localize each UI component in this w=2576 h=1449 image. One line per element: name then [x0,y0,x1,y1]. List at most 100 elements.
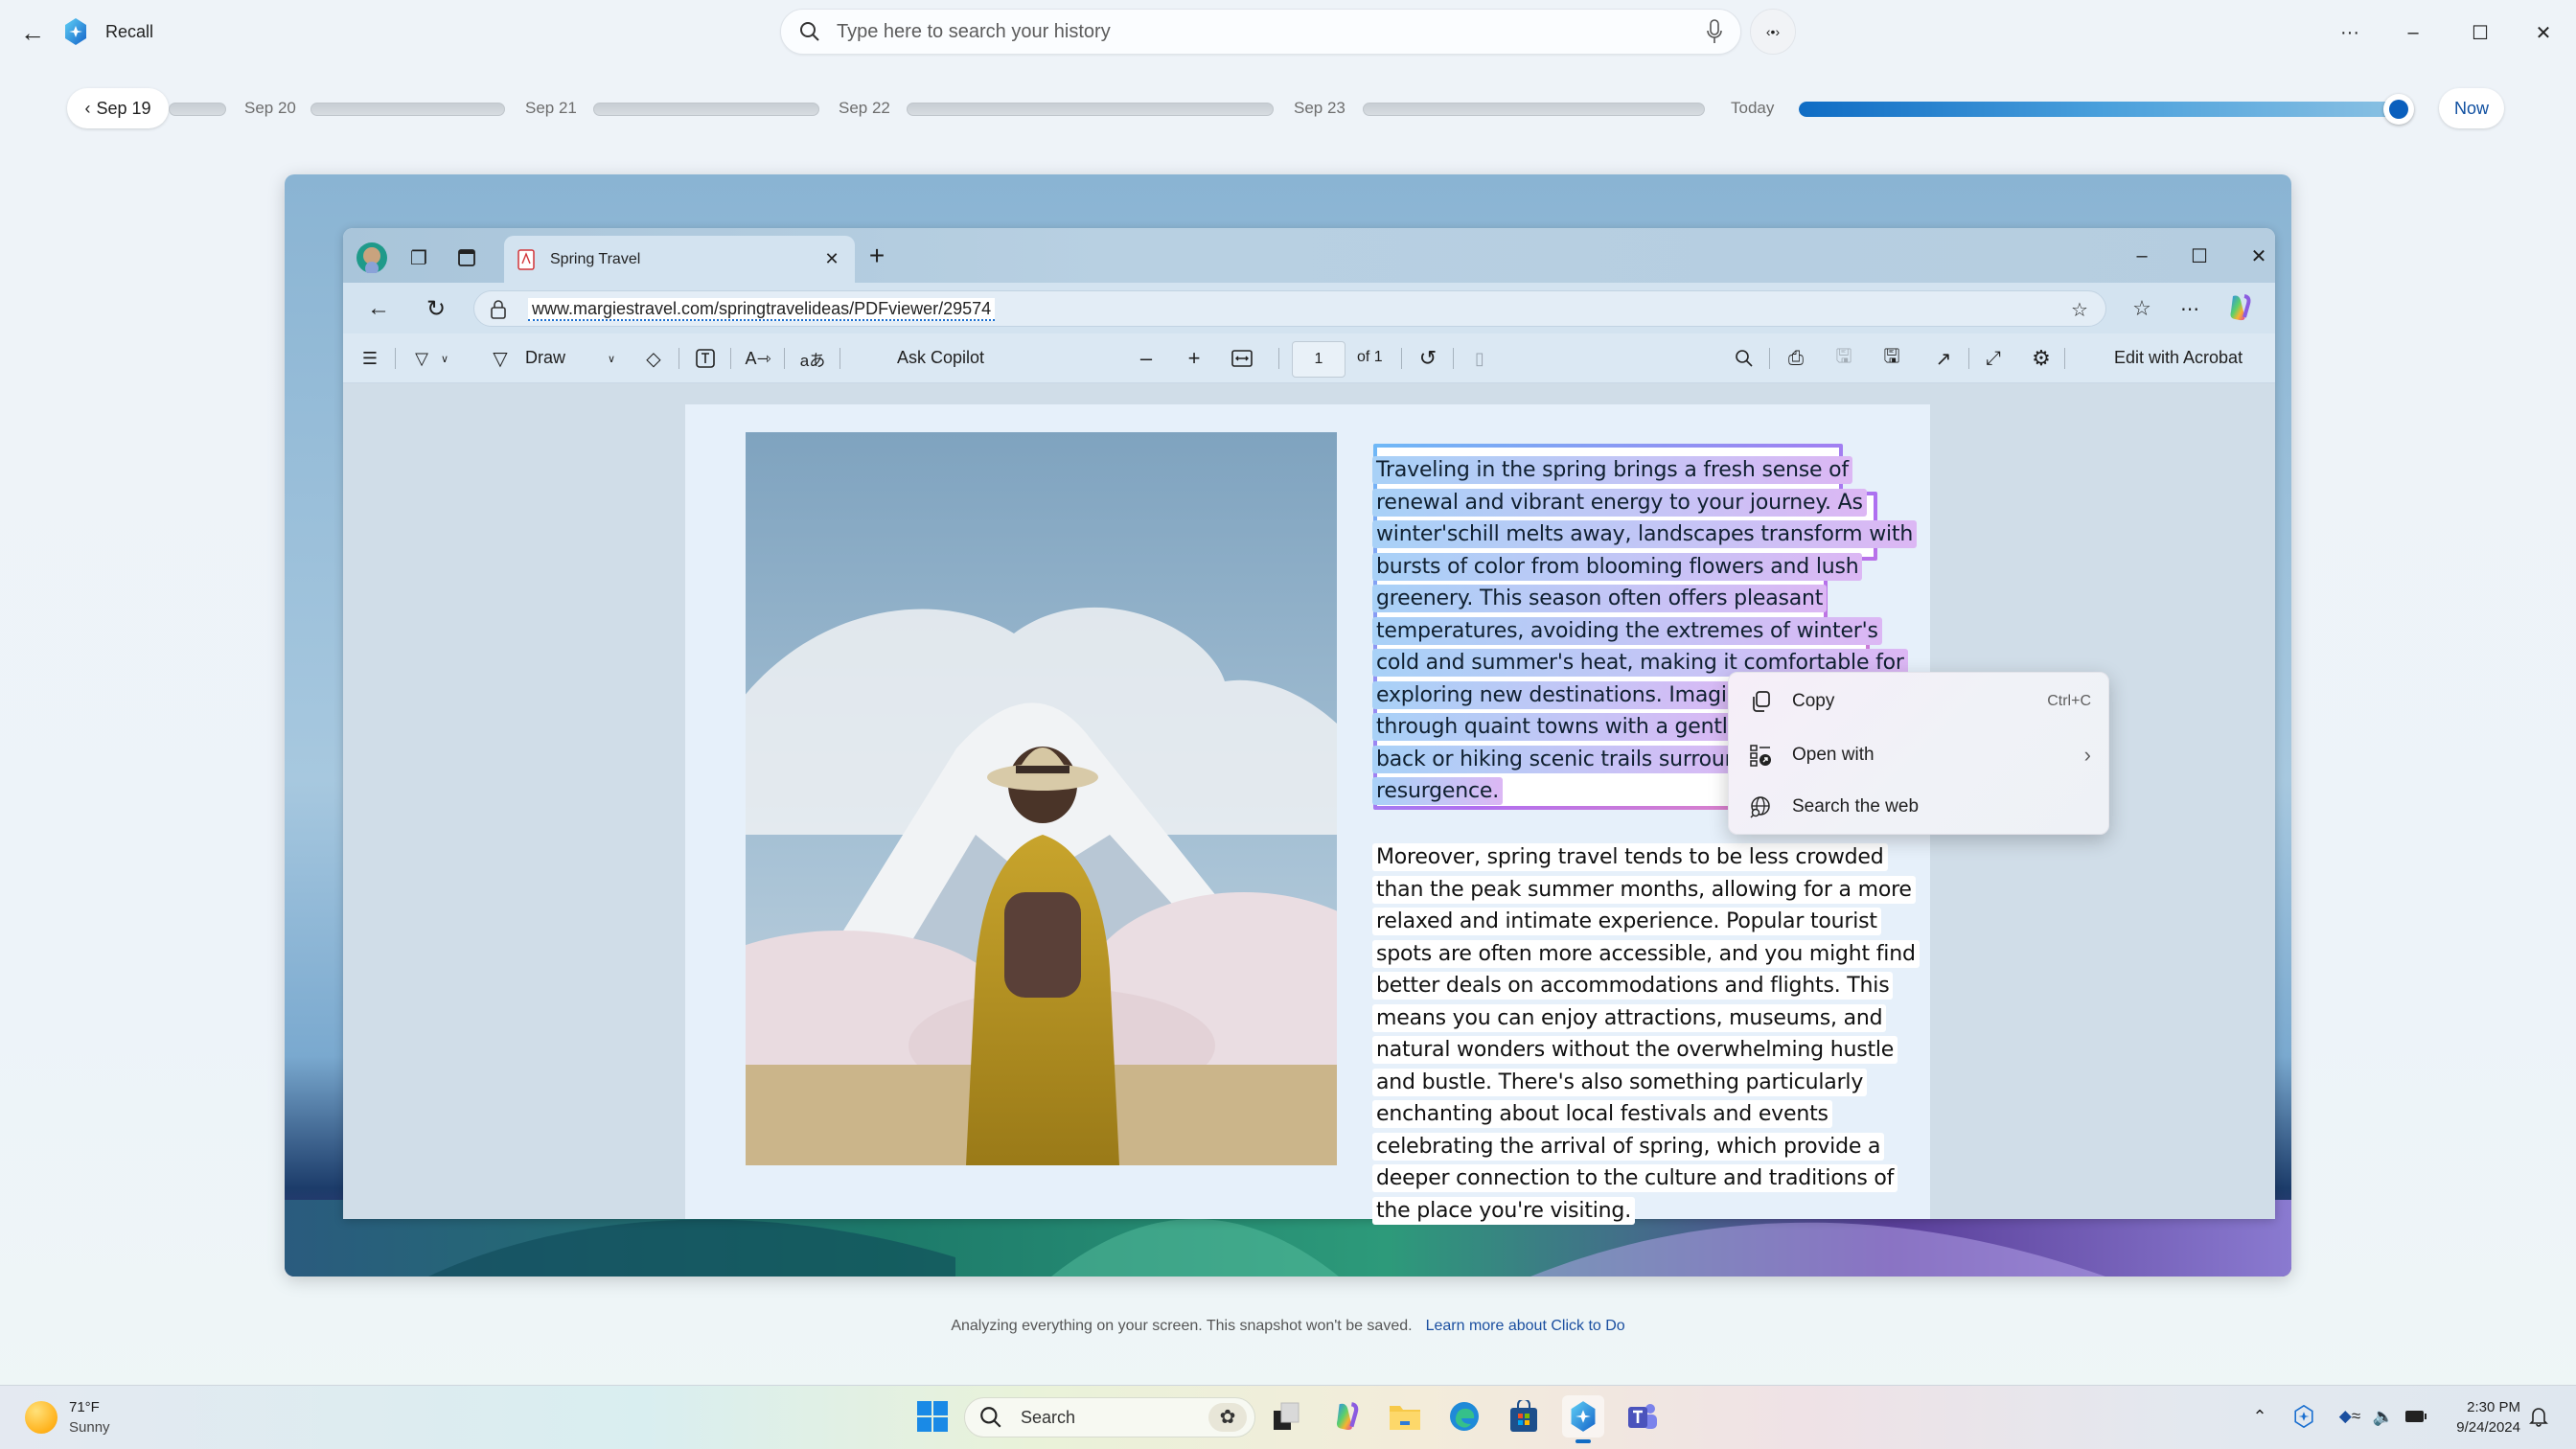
text-line[interactable]: deeper connection to the culture and tra… [1372,1164,1898,1192]
ask-copilot-button[interactable]: Ask Copilot [897,347,984,368]
text-line[interactable]: resurgence. [1372,777,1504,805]
text-line[interactable]: through quaint towns with a gentle [1372,713,1745,741]
text-line[interactable]: spots are often more accessible, and you… [1372,939,1920,968]
text-line[interactable]: relaxed and intimate experience. Popular… [1372,908,1881,935]
taskbar-search[interactable]: Search ✿ [964,1397,1255,1438]
text-line[interactable]: temperatures, avoiding the extremes of w… [1372,616,1882,645]
weather-temperature[interactable]: 71°F [69,1399,100,1415]
history-search-box[interactable] [780,9,1741,55]
edit-with-acrobat-button[interactable]: Edit with Acrobat [2114,347,2242,368]
context-menu-search-web[interactable]: Search the web [1735,782,2104,832]
fit-to-width-icon[interactable] [1229,345,1255,372]
maximize-button[interactable]: ☐ [2461,15,2499,50]
text-line[interactable]: enchanting about local festivals and eve… [1372,1100,1832,1128]
settings-and-more-icon[interactable]: ⋯ [2172,290,2208,327]
context-menu-copy[interactable]: Copy Ctrl+C [1735,677,2104,726]
copilot-icon[interactable] [2223,292,2254,323]
task-view-button[interactable] [1265,1395,1307,1438]
url-text[interactable]: www.margiestravel.com/springtravelideas/… [528,298,996,321]
profile-avatar[interactable] [356,242,387,273]
learn-more-link[interactable]: Learn more about Click to Do [1426,1318,1625,1334]
more-options-button[interactable]: ··· [2331,15,2369,50]
volume-icon[interactable]: 🔈 [2369,1403,2398,1430]
history-search-input[interactable] [837,20,1706,43]
browser-maximize-button[interactable]: ☐ [2183,240,2216,272]
fullscreen-icon[interactable]: ⤢ [1980,345,2007,372]
highlight-dropdown-chevron-icon[interactable]: ∨ [437,347,452,370]
add-favorite-icon[interactable]: ☆ [2065,295,2094,324]
text-line[interactable]: the place you're visiting. [1372,1196,1635,1225]
save-as-icon[interactable]: 🖫 [1878,345,1905,372]
recall-app-button[interactable] [1562,1395,1604,1443]
text-line[interactable]: better deals on accommodations and fligh… [1372,972,1894,1000]
table-of-contents-icon[interactable]: ☰ [356,345,383,372]
text-line[interactable]: means you can enjoy attractions, museums… [1372,1003,1887,1032]
text-line[interactable]: bursts of color from blooming flowers an… [1372,552,1863,581]
notification-bell-icon[interactable] [2526,1403,2551,1430]
timeline-slider-thumb[interactable] [2383,94,2414,125]
draw-dropdown-chevron-icon[interactable]: ∨ [604,347,619,370]
back-button[interactable]: ← [17,17,48,48]
tab-spring-travel[interactable]: Spring Travel ✕ [504,236,855,283]
favorites-icon[interactable]: ☆ [2124,290,2160,327]
teams-button[interactable] [1622,1395,1664,1438]
highlight-icon[interactable]: ▽ [408,345,435,372]
find-icon[interactable] [1731,345,1758,372]
timeline-segment[interactable] [593,103,819,116]
copilot-app-button[interactable] [1324,1395,1367,1438]
share-icon[interactable]: ↗ [1930,345,1957,372]
zoom-out-button[interactable]: – [1133,345,1160,372]
recall-tray-icon[interactable] [2290,1403,2317,1430]
sun-icon[interactable] [25,1401,58,1434]
lock-icon[interactable] [490,300,507,319]
microsoft-store-button[interactable] [1503,1395,1545,1438]
browser-back-button[interactable]: ← [360,290,397,327]
vertical-tabs-icon[interactable] [450,242,483,274]
text-line[interactable]: Moreover, spring travel tends to be less… [1372,843,1888,871]
page-number-input[interactable]: 1 [1292,341,1346,378]
translate-icon[interactable]: aあ [797,345,828,372]
click-to-do-button[interactable]: ‹•› [1750,9,1796,55]
vpn-wifi-icon[interactable]: ◆ ≈ [2334,1403,2365,1430]
microphone-icon[interactable] [1706,18,1723,45]
file-explorer-button[interactable] [1384,1395,1426,1438]
weather-condition[interactable]: Sunny [69,1419,110,1436]
settings-gear-icon[interactable]: ⚙ [2028,345,2055,372]
draw-button[interactable]: Draw [525,347,565,368]
close-tab-icon[interactable]: ✕ [822,249,841,269]
browser-minimize-button[interactable]: – [2126,240,2158,272]
minimize-button[interactable]: – [2394,15,2432,50]
rotate-icon[interactable]: ↺ [1414,345,1441,372]
context-menu-open-with[interactable]: Open with › [1735,730,2104,780]
draw-icon[interactable]: ▽ [487,345,514,372]
text-line[interactable]: than the peak summer months, allowing fo… [1372,875,1916,904]
save-icon[interactable]: 🖫 [1830,345,1857,372]
add-text-icon[interactable] [692,345,719,372]
timeline-segment[interactable] [1363,103,1705,116]
now-button[interactable]: Now [2439,88,2504,128]
timeline-segment[interactable] [310,103,505,116]
text-line[interactable]: Traveling in the spring brings a fresh s… [1372,456,1852,484]
timeline-today-slider[interactable] [1799,102,2412,117]
text-line[interactable]: celebrating the arrival of spring, which… [1372,1132,1885,1161]
refresh-button[interactable]: ↻ [418,290,454,327]
text-line[interactable]: renewal and vibrant energy to your journ… [1372,488,1867,517]
timeline-previous-day-button[interactable]: ‹ Sep 19 [67,88,169,128]
text-line[interactable]: natural wonders without the overwhelming… [1372,1036,1898,1064]
edge-button[interactable] [1443,1395,1485,1438]
timeline-segment[interactable] [169,103,226,116]
text-line[interactable]: and bustle. There's also something parti… [1372,1068,1868,1096]
show-hidden-icons-chevron-icon[interactable]: ⌃ [2248,1403,2271,1430]
new-tab-button[interactable]: + [861,240,893,272]
system-clock[interactable]: 2:30 PM 9/24/2024 [2415,1397,2520,1438]
zoom-in-button[interactable]: + [1181,345,1208,372]
page-view-icon[interactable]: ▯ [1466,345,1493,372]
text-line[interactable]: back or hiking scenic trails surround [1372,745,1756,773]
workspaces-icon[interactable]: ❐ [402,242,435,274]
text-line[interactable]: winter'schill melts away, landscapes tra… [1372,520,1918,548]
eraser-icon[interactable]: ◇ [640,345,667,372]
text-line[interactable]: exploring new destinations. Imagine [1372,680,1757,709]
timeline-segment[interactable] [907,103,1274,116]
close-button[interactable]: ✕ [2524,15,2563,50]
text-line[interactable]: greenery. This season often offers pleas… [1372,585,1828,612]
